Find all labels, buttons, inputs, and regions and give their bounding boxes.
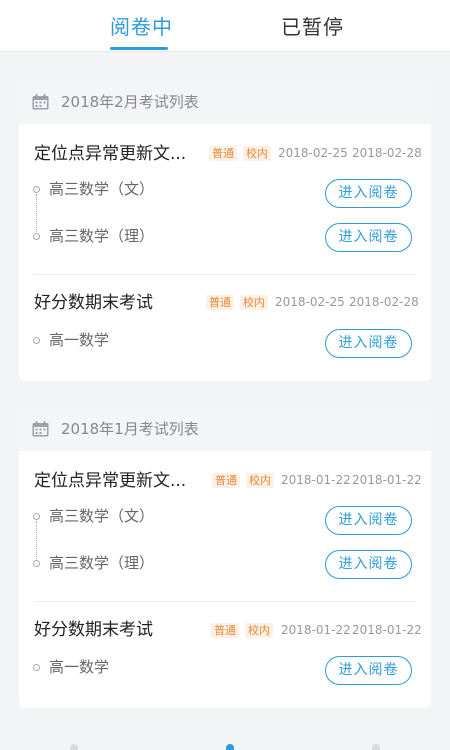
exam-start-date: 2018-02-25 xyxy=(275,295,345,309)
bottom-nav-icon[interactable] xyxy=(70,744,78,750)
group-title: 2018年2月考试列表 xyxy=(61,93,199,111)
exam-end-date: 2018-01-22 xyxy=(352,473,422,487)
subject-name: 高一数学 xyxy=(49,658,110,676)
tab-reviewing[interactable]: 阅卷中 xyxy=(110,14,173,40)
tab-paused[interactable]: 已暂停 xyxy=(281,14,344,40)
bottom-nav-icon[interactable] xyxy=(372,744,380,750)
exam-start-date: 2018-01-22 xyxy=(281,473,351,487)
tab-active-indicator xyxy=(110,47,168,50)
exam-end-date: 2018-02-28 xyxy=(352,146,422,160)
timeline-dot xyxy=(33,513,40,520)
exam-group-card: 2018年2月考试列表 定位点异常更新文... 普通 校内 2018-02-25… xyxy=(19,80,431,381)
tag-badge: 校内 xyxy=(245,623,273,638)
group-title: 2018年1月考试列表 xyxy=(61,420,199,438)
timeline-dot xyxy=(33,233,40,240)
tag-badge: 校内 xyxy=(243,146,271,161)
calendar-icon xyxy=(32,421,49,437)
exam-start-date: 2018-01-22 xyxy=(281,623,351,637)
enter-review-button[interactable]: 进入阅卷 xyxy=(325,223,412,252)
subject-name: 高三数学（理） xyxy=(49,227,155,245)
bottom-nav-icon[interactable] xyxy=(226,744,234,750)
tag-badge: 校内 xyxy=(246,473,274,488)
subject-name: 高三数学（文） xyxy=(49,507,155,525)
enter-review-button[interactable]: 进入阅卷 xyxy=(325,506,412,535)
tag-badge: 普通 xyxy=(211,623,239,638)
exam-group-card: 2018年1月考试列表 定位点异常更新文... 普通 校内 2018-01-22… xyxy=(19,407,431,708)
calendar-icon xyxy=(32,94,49,110)
subject-name: 高三数学（文） xyxy=(49,180,155,198)
exam-name: 定位点异常更新文... xyxy=(34,471,187,491)
divider xyxy=(34,601,416,602)
timeline-dot xyxy=(33,186,40,193)
timeline-connector xyxy=(36,194,37,232)
enter-review-button[interactable]: 进入阅卷 xyxy=(325,179,412,208)
enter-review-button[interactable]: 进入阅卷 xyxy=(325,656,412,685)
timeline-dot xyxy=(33,664,40,671)
tag-badge: 普通 xyxy=(209,146,237,161)
subject-name: 高一数学 xyxy=(49,331,110,349)
timeline-dot xyxy=(33,337,40,344)
group-header: 2018年1月考试列表 xyxy=(19,407,431,451)
group-header: 2018年2月考试列表 xyxy=(19,80,431,124)
divider xyxy=(34,274,416,275)
timeline-dot xyxy=(33,560,40,567)
subject-name: 高三数学（理） xyxy=(49,554,155,572)
exam-end-date: 2018-01-22 xyxy=(352,623,422,637)
tag-badge: 普通 xyxy=(206,295,234,310)
exam-name: 好分数期末考试 xyxy=(34,620,153,640)
top-tab-bar: 阅卷中 已暂停 xyxy=(0,0,450,52)
enter-review-button[interactable]: 进入阅卷 xyxy=(325,329,412,358)
tag-badge: 普通 xyxy=(212,473,240,488)
enter-review-button[interactable]: 进入阅卷 xyxy=(325,550,412,579)
tag-badge: 校内 xyxy=(240,295,268,310)
exam-name: 好分数期末考试 xyxy=(34,293,153,313)
exam-start-date: 2018-02-25 xyxy=(278,146,348,160)
timeline-connector xyxy=(36,521,37,559)
exam-name: 定位点异常更新文... xyxy=(34,144,187,164)
exam-end-date: 2018-02-28 xyxy=(349,295,419,309)
